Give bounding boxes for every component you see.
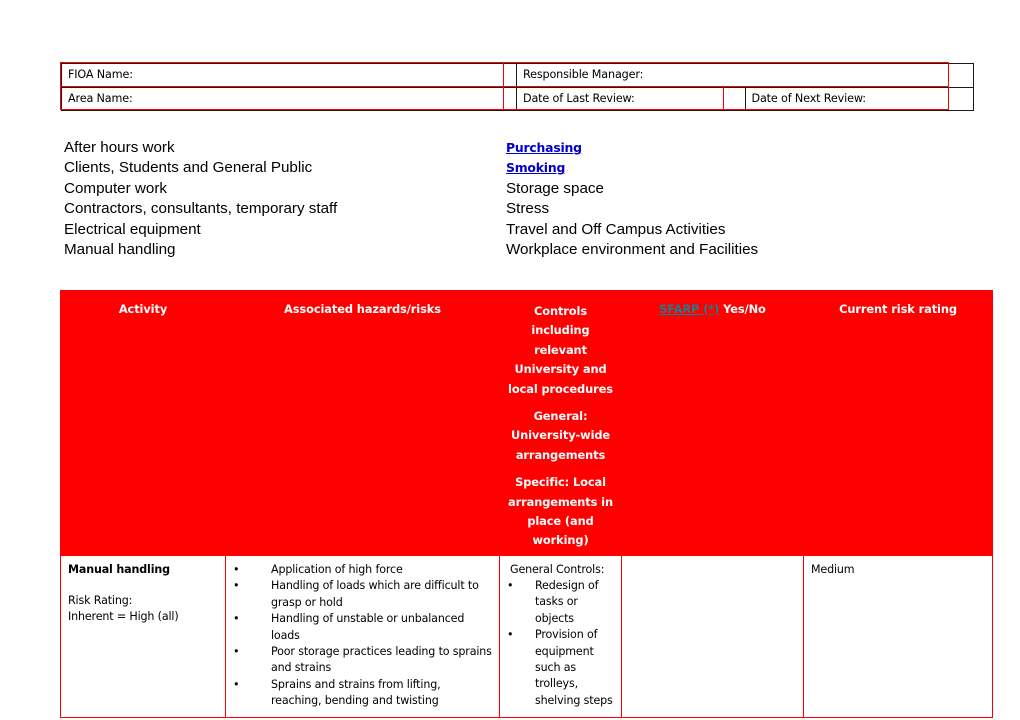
topic-item-contractors-consultants: Contractors, consultants, temporary staf… bbox=[64, 200, 338, 218]
control-text: Redesign of tasks or objects bbox=[535, 578, 599, 625]
info-row-2: Area Name: Date of Last Review: Date of … bbox=[61, 87, 974, 111]
sfarp-link[interactable]: SFARP (*) bbox=[659, 302, 719, 316]
column-header-hazards-label: Associated hazards/risks bbox=[284, 302, 441, 316]
info-cell-responsible-manager[interactable]: Responsible Manager: bbox=[516, 63, 974, 88]
topic-item-electrical-equipment: Electrical equipment bbox=[64, 220, 201, 238]
bullet-icon bbox=[233, 677, 271, 693]
bullet-icon bbox=[233, 644, 271, 660]
cell-current-risk-rating[interactable]: Medium bbox=[803, 554, 993, 718]
column-header-sfarp-suffix: Yes/No bbox=[719, 302, 766, 316]
activity-spacer bbox=[68, 578, 218, 593]
topic-item-stress: Stress bbox=[506, 200, 550, 218]
column-header-sfarp: SFARP (*) Yes/No bbox=[621, 290, 804, 556]
bullet-icon bbox=[507, 578, 535, 594]
cell-hazards[interactable]: Application of high force Handling of lo… bbox=[225, 554, 500, 718]
list-item: Application of high force bbox=[233, 562, 492, 578]
info-cell-fioa-name[interactable]: FIOA Name: bbox=[61, 63, 517, 88]
list-item: Provision of equipment such as trolleys,… bbox=[507, 627, 614, 709]
bullet-icon bbox=[233, 611, 271, 627]
activity-title: Manual handling bbox=[68, 562, 170, 576]
risk-table-header-row: Activity Associated hazards/risks Contro… bbox=[60, 290, 993, 556]
topic-item-travel-off-campus: Travel and Off Campus Activities bbox=[506, 220, 726, 238]
hazard-text: Handling of unstable or unbalanced loads bbox=[271, 612, 465, 642]
topic-item-workplace-environment: Workplace environment and Facilities bbox=[506, 241, 759, 259]
hazard-text: Handling of loads which are difficult to… bbox=[271, 579, 479, 609]
topic-link-purchasing[interactable]: Purchasing bbox=[506, 138, 948, 158]
hazard-text: Sprains and strains from lifting, reachi… bbox=[271, 677, 441, 708]
column-header-activity: Activity bbox=[60, 290, 226, 556]
activity-risk-rating-label: Risk Rating: bbox=[68, 593, 133, 607]
info-cell-date-last-review[interactable]: Date of Last Review: bbox=[516, 87, 746, 111]
cell-controls[interactable]: General Controls: Redesign of tasks or o… bbox=[499, 554, 622, 718]
hazards-list: Application of high force Handling of lo… bbox=[233, 562, 492, 710]
document-info-table: FIOA Name: Responsible Manager: Area Nam… bbox=[61, 63, 974, 111]
column-header-sfarp-wrapper: SFARP (*) Yes/No bbox=[626, 302, 799, 316]
list-item: Poor storage practices leading to sprain… bbox=[233, 644, 492, 677]
column-header-hazards: Associated hazards/risks bbox=[225, 290, 500, 556]
hazard-text: Poor storage practices leading to sprain… bbox=[271, 644, 492, 675]
topic-item-storage-space: Storage space bbox=[506, 179, 604, 197]
current-risk-rating-value: Medium bbox=[811, 562, 855, 576]
topic-list-right-column: Purchasing Smoking Storage space Stress … bbox=[506, 138, 948, 260]
cell-sfarp[interactable] bbox=[621, 554, 804, 718]
activity-inherent-rating: Inherent = High (all) bbox=[68, 609, 179, 623]
column-header-controls: Controls including relevant University a… bbox=[499, 290, 622, 556]
controls-intro-label: General Controls: bbox=[510, 562, 605, 576]
info-cell-date-next-review[interactable]: Date of Next Review: bbox=[744, 87, 974, 111]
column-header-controls-line-2: General: University-wide arrangements bbox=[510, 409, 611, 462]
bullet-icon bbox=[233, 562, 271, 578]
topic-item-after-hours-work: After hours work bbox=[64, 139, 175, 156]
list-item: Sprains and strains from lifting, reachi… bbox=[233, 677, 492, 710]
info-cell-area-name[interactable]: Area Name: bbox=[61, 87, 517, 111]
list-item: Handling of unstable or unbalanced loads bbox=[233, 611, 492, 644]
bullet-icon bbox=[233, 578, 271, 594]
cell-activity[interactable]: Manual handling Risk Rating: Inherent = … bbox=[60, 554, 226, 718]
hazard-text: Application of high force bbox=[271, 562, 403, 576]
list-item: Redesign of tasks or objects bbox=[507, 578, 614, 627]
topic-item-clients-students-public: Clients, Students and General Public bbox=[64, 159, 313, 177]
column-header-activity-label: Activity bbox=[118, 302, 168, 316]
table-row: Manual handling Risk Rating: Inherent = … bbox=[60, 554, 993, 718]
column-header-current-risk-rating-label: Current risk rating bbox=[839, 302, 957, 316]
topic-list: After hours work Clients, Students and G… bbox=[64, 138, 948, 260]
control-text: Provision of equipment such as trolleys,… bbox=[535, 628, 613, 707]
bullet-icon bbox=[507, 627, 535, 643]
topic-list-left-column: After hours work Clients, Students and G… bbox=[64, 138, 506, 260]
column-header-controls-line-1: Controls including relevant University a… bbox=[508, 304, 613, 396]
topic-item-manual-handling: Manual handling bbox=[64, 241, 176, 259]
risk-assessment-table: Activity Associated hazards/risks Contro… bbox=[60, 290, 993, 718]
controls-list: Redesign of tasks or objects Provision o… bbox=[507, 578, 614, 709]
topic-item-computer-work: Computer work bbox=[64, 179, 167, 197]
info-row-1: FIOA Name: Responsible Manager: bbox=[61, 63, 974, 88]
topic-link-smoking[interactable]: Smoking bbox=[506, 158, 948, 178]
column-header-controls-line-3: Specific: Local arrangements in place (a… bbox=[507, 475, 613, 548]
list-item: Handling of loads which are difficult to… bbox=[233, 578, 492, 611]
column-header-current-risk-rating: Current risk rating bbox=[803, 290, 993, 556]
